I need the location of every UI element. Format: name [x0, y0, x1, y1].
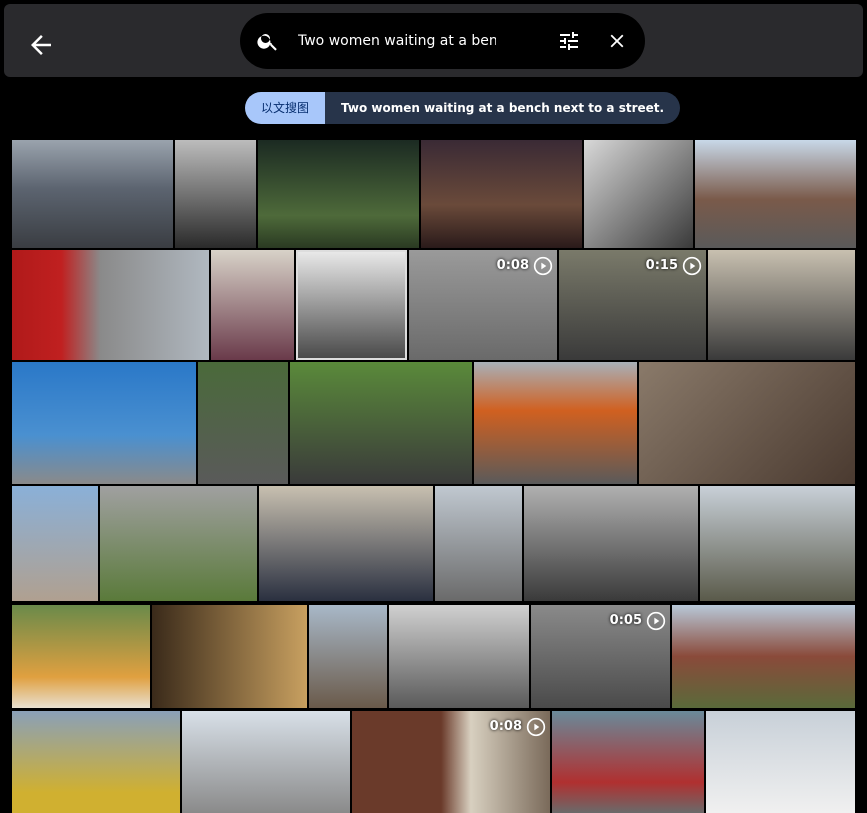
play-icon [646, 611, 666, 631]
video-duration: 0:15 [645, 258, 678, 273]
result-image[interactable] [296, 250, 407, 360]
result-image[interactable] [706, 711, 855, 813]
search-input[interactable]: Two women waiting at a bench next to [298, 31, 496, 51]
play-icon [526, 717, 546, 737]
result-image[interactable] [12, 250, 209, 360]
result-image[interactable] [12, 140, 173, 248]
result-image[interactable] [584, 140, 693, 248]
result-image[interactable] [639, 362, 855, 484]
result-image[interactable] [435, 486, 522, 601]
result-image[interactable] [700, 486, 855, 601]
result-image[interactable] [12, 605, 150, 708]
result-image[interactable] [552, 711, 704, 813]
result-image[interactable] [309, 605, 387, 708]
result-image[interactable] [290, 362, 472, 484]
result-image[interactable] [474, 362, 637, 484]
search-mode-label: 以文搜图 [245, 92, 326, 124]
result-image[interactable] [695, 140, 856, 248]
result-image[interactable] [100, 486, 257, 601]
result-image[interactable] [182, 711, 350, 813]
video-duration: 0:08 [489, 719, 522, 734]
result-image[interactable] [708, 250, 855, 360]
video-duration: 0:08 [496, 258, 529, 273]
query-chip[interactable]: 以文搜图 Two women waiting at a bench next t… [245, 92, 681, 124]
video-duration: 0:05 [609, 613, 642, 628]
close-icon[interactable] [606, 30, 628, 52]
result-image[interactable] [175, 140, 256, 248]
play-icon [682, 256, 702, 276]
result-image[interactable] [211, 250, 294, 360]
result-image[interactable] [12, 711, 180, 813]
result-image[interactable] [524, 486, 698, 601]
search-icon [257, 34, 277, 51]
play-icon [533, 256, 553, 276]
result-video[interactable]: 0:08 [409, 250, 557, 360]
arrow-left-icon[interactable] [26, 30, 56, 60]
result-image[interactable] [198, 362, 288, 484]
query-text: Two women waiting at a bench next to a s… [325, 92, 681, 124]
result-video[interactable]: 0:08 [352, 711, 550, 813]
result-video[interactable]: 0:05 [531, 605, 670, 708]
search-box[interactable]: Two women waiting at a bench next to [240, 13, 645, 69]
result-image[interactable] [421, 140, 582, 248]
result-video[interactable]: 0:15 [559, 250, 706, 360]
result-image[interactable] [152, 605, 307, 708]
result-image[interactable] [672, 605, 855, 708]
result-image[interactable] [389, 605, 529, 708]
tune-icon[interactable] [556, 29, 582, 53]
result-image[interactable] [12, 362, 196, 484]
result-image[interactable] [258, 140, 419, 248]
result-image[interactable] [259, 486, 433, 601]
result-image[interactable] [12, 486, 98, 601]
